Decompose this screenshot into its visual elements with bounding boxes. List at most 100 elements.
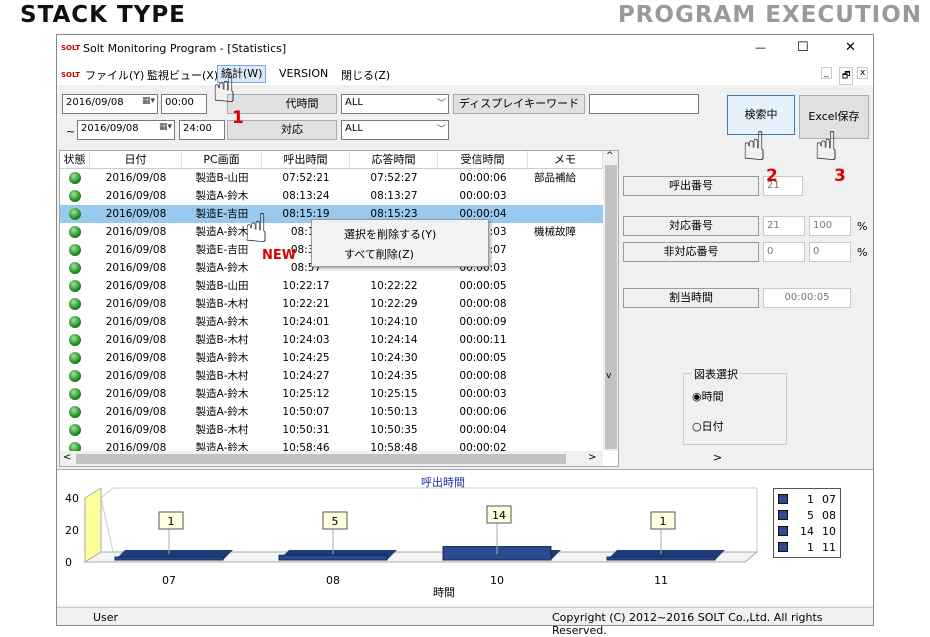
- scroll-up-icon[interactable]: ^: [606, 151, 614, 161]
- table-cell: 10:24:27: [282, 370, 330, 382]
- mdi-minimize-button[interactable]: _: [821, 67, 832, 79]
- time-filter-combo[interactable]: ALL ﹀: [341, 94, 449, 114]
- col-header-memo[interactable]: メモ: [528, 151, 603, 169]
- table-row[interactable]: 2016/09/08 製造B-山田 10:22:17 10:22:22 00:00:05: [60, 277, 603, 295]
- date-to-picker[interactable]: 2016/09/08 ▦▾: [77, 120, 175, 140]
- radio-checked-icon: ◉: [692, 390, 702, 403]
- time-from-input[interactable]: 00:00: [161, 94, 207, 114]
- data-label: 14: [492, 509, 506, 522]
- calendar-icon: ▦▾: [141, 96, 155, 106]
- chart-select-group: 図表選択 ◉時間 ○日付: [683, 366, 787, 445]
- y-tick-label: 20: [65, 524, 79, 537]
- menu-logo: SOLT: [61, 71, 81, 79]
- table-cell: [528, 277, 603, 295]
- table-cell: 製造B-木村: [195, 424, 249, 436]
- radio-time[interactable]: ◉時間: [692, 388, 724, 404]
- table-row[interactable]: 2016/09/08 製造A-鈴木 10:25:12 10:25:15 00:00:03: [60, 385, 603, 403]
- status-ok-icon: [69, 424, 81, 436]
- keyword-button[interactable]: ディスプレイキーワード: [453, 94, 585, 114]
- col-header-receive[interactable]: 受信時間: [438, 151, 528, 169]
- table-cell: 10:24:10: [370, 316, 418, 328]
- table-cell: 製造A-鈴木: [195, 406, 249, 418]
- scroll-right-icon[interactable]: >: [588, 452, 596, 463]
- x-tick-label: 11: [654, 574, 668, 587]
- legend-value: 14: [800, 525, 814, 538]
- radio-date[interactable]: ○日付: [692, 418, 724, 434]
- menu-file[interactable]: ファイル(Y): [85, 67, 144, 83]
- pointer-hand-icon: ☝: [742, 124, 767, 170]
- table-cell: 製造A-鈴木: [195, 388, 249, 400]
- pointer-hand-icon: ☝: [244, 206, 269, 252]
- legend-entry: 5 08: [778, 509, 836, 522]
- mdi-close-button[interactable]: x: [857, 67, 869, 79]
- table-cell: 00:00:08: [459, 370, 507, 382]
- table-row[interactable]: 2016/09/08 製造B-山田 07:52:21 07:52:27 00:00:06…: [60, 169, 603, 187]
- table-cell: 10:24:30: [370, 352, 418, 364]
- chart-select-label: 図表選択: [692, 366, 740, 382]
- statistics-table[interactable]: 状態 日付 PC画面 呼出時間 応答時間 受信時間 メモ 2016/09/08 製…: [59, 150, 619, 467]
- scroll-thumb[interactable]: [605, 165, 617, 449]
- scroll-left-icon[interactable]: <: [63, 452, 71, 463]
- chart-legend: 1 07 5 08 14 10 1 11: [773, 488, 841, 558]
- table-row[interactable]: 2016/09/08 製造A-鈴木 10:24:25 10:24:30 00:00:05: [60, 349, 603, 367]
- vertical-scrollbar[interactable]: ^ v: [603, 151, 618, 451]
- radio-time-label: 時間: [701, 390, 724, 403]
- table-row[interactable]: 2016/09/08 製造B-木村 10:24:27 10:24:35 00:00:08: [60, 367, 603, 385]
- col-header-call[interactable]: 呼出時間: [262, 151, 350, 169]
- horizontal-scrollbar[interactable]: < >: [60, 451, 603, 466]
- col-header-answer[interactable]: 応答時間: [350, 151, 438, 169]
- time-to-input[interactable]: 24:00: [179, 120, 225, 140]
- table-cell: 2016/09/08: [105, 244, 167, 256]
- table-cell: 機械故障: [534, 226, 576, 238]
- menu-bar: SOLT ファイル(Y) 監視ビュー(X) 統計(W) VERSION 閉じる(…: [57, 63, 873, 85]
- menu-close[interactable]: 閉じる(Z): [341, 67, 390, 83]
- scroll-down-icon[interactable]: v: [606, 371, 611, 381]
- col-header-pc[interactable]: PC画面: [182, 151, 262, 169]
- chevron-down-icon: ﹀: [436, 99, 446, 109]
- status-user: User: [93, 611, 119, 624]
- callout-3: 3: [834, 166, 846, 186]
- table-cell: 10:24:25: [282, 352, 330, 364]
- minimize-button[interactable]: —: [755, 41, 766, 54]
- app-window: SOLT Solt Monitoring Program - [Statisti…: [56, 34, 874, 637]
- context-menu: 選択を削除する(Y) すべて削除(Z): [311, 219, 489, 267]
- legend-value: 1: [807, 541, 814, 554]
- table-cell: 07:52:27: [370, 172, 418, 184]
- table-row[interactable]: 2016/09/08 製造A-鈴木 10:50:07 10:50:13 00:00:06: [60, 403, 603, 421]
- combo2-value: ALL: [345, 123, 363, 134]
- table-cell: 2016/09/08: [105, 406, 167, 418]
- keyword-input[interactable]: [589, 94, 699, 114]
- non-correspondence-value: 0: [763, 242, 805, 262]
- table-cell: 10:50:13: [370, 406, 418, 418]
- chart-panel: 呼出時間 40 20 0 1 07 5 08 14 10 1 11 時間 1 07 5 08 14 10 1 11: [57, 469, 873, 605]
- table-row[interactable]: 2016/09/08 製造B-木村 10:24:03 10:24:14 00:00:11: [60, 331, 603, 349]
- close-button[interactable]: ✕: [845, 40, 856, 55]
- table-row[interactable]: 2016/09/08 製造B-木村 10:22:21 10:22:29 00:00:08: [60, 295, 603, 313]
- chart-xlabel: 時間: [433, 586, 455, 599]
- panel-scroll-right-icon[interactable]: >: [713, 451, 722, 464]
- date-from-picker[interactable]: 2016/09/08 ▦▾: [62, 94, 158, 114]
- table-cell: 2016/09/08: [105, 280, 167, 292]
- status-ok-icon: [69, 316, 81, 328]
- table-row[interactable]: 2016/09/08 製造A-鈴木 10:24:01 10:24:10 00:00:09: [60, 313, 603, 331]
- table-row[interactable]: 2016/09/08 製造B-木村 10:50:31 10:50:35 00:00:04: [60, 421, 603, 439]
- correspondence-combo[interactable]: ALL ﹀: [341, 120, 449, 140]
- status-ok-icon: [69, 370, 81, 382]
- status-ok-icon: [69, 226, 81, 238]
- context-delete-selected[interactable]: 選択を削除する(Y): [344, 226, 436, 242]
- col-header-status[interactable]: 状態: [60, 151, 90, 169]
- menu-monitor-view[interactable]: 監視ビュー(X): [147, 67, 218, 83]
- legend-entry: 1 11: [778, 541, 836, 554]
- h-scroll-thumb[interactable]: [76, 454, 566, 464]
- context-delete-all[interactable]: すべて削除(Z): [344, 246, 414, 262]
- mdi-restore-button[interactable]: 🗗: [839, 67, 854, 85]
- status-ok-icon: [69, 406, 81, 418]
- table-row[interactable]: 2016/09/08 製造A-鈴木 08:13:24 08:13:27 00:00:03: [60, 187, 603, 205]
- legend-swatch: [778, 510, 788, 520]
- menu-version[interactable]: VERSION: [279, 67, 328, 80]
- table-cell: 00:00:04: [459, 424, 507, 436]
- table-cell: 製造B-山田: [195, 172, 249, 184]
- table-cell: [528, 205, 603, 223]
- col-header-date[interactable]: 日付: [90, 151, 182, 169]
- maximize-button[interactable]: ☐: [797, 40, 809, 55]
